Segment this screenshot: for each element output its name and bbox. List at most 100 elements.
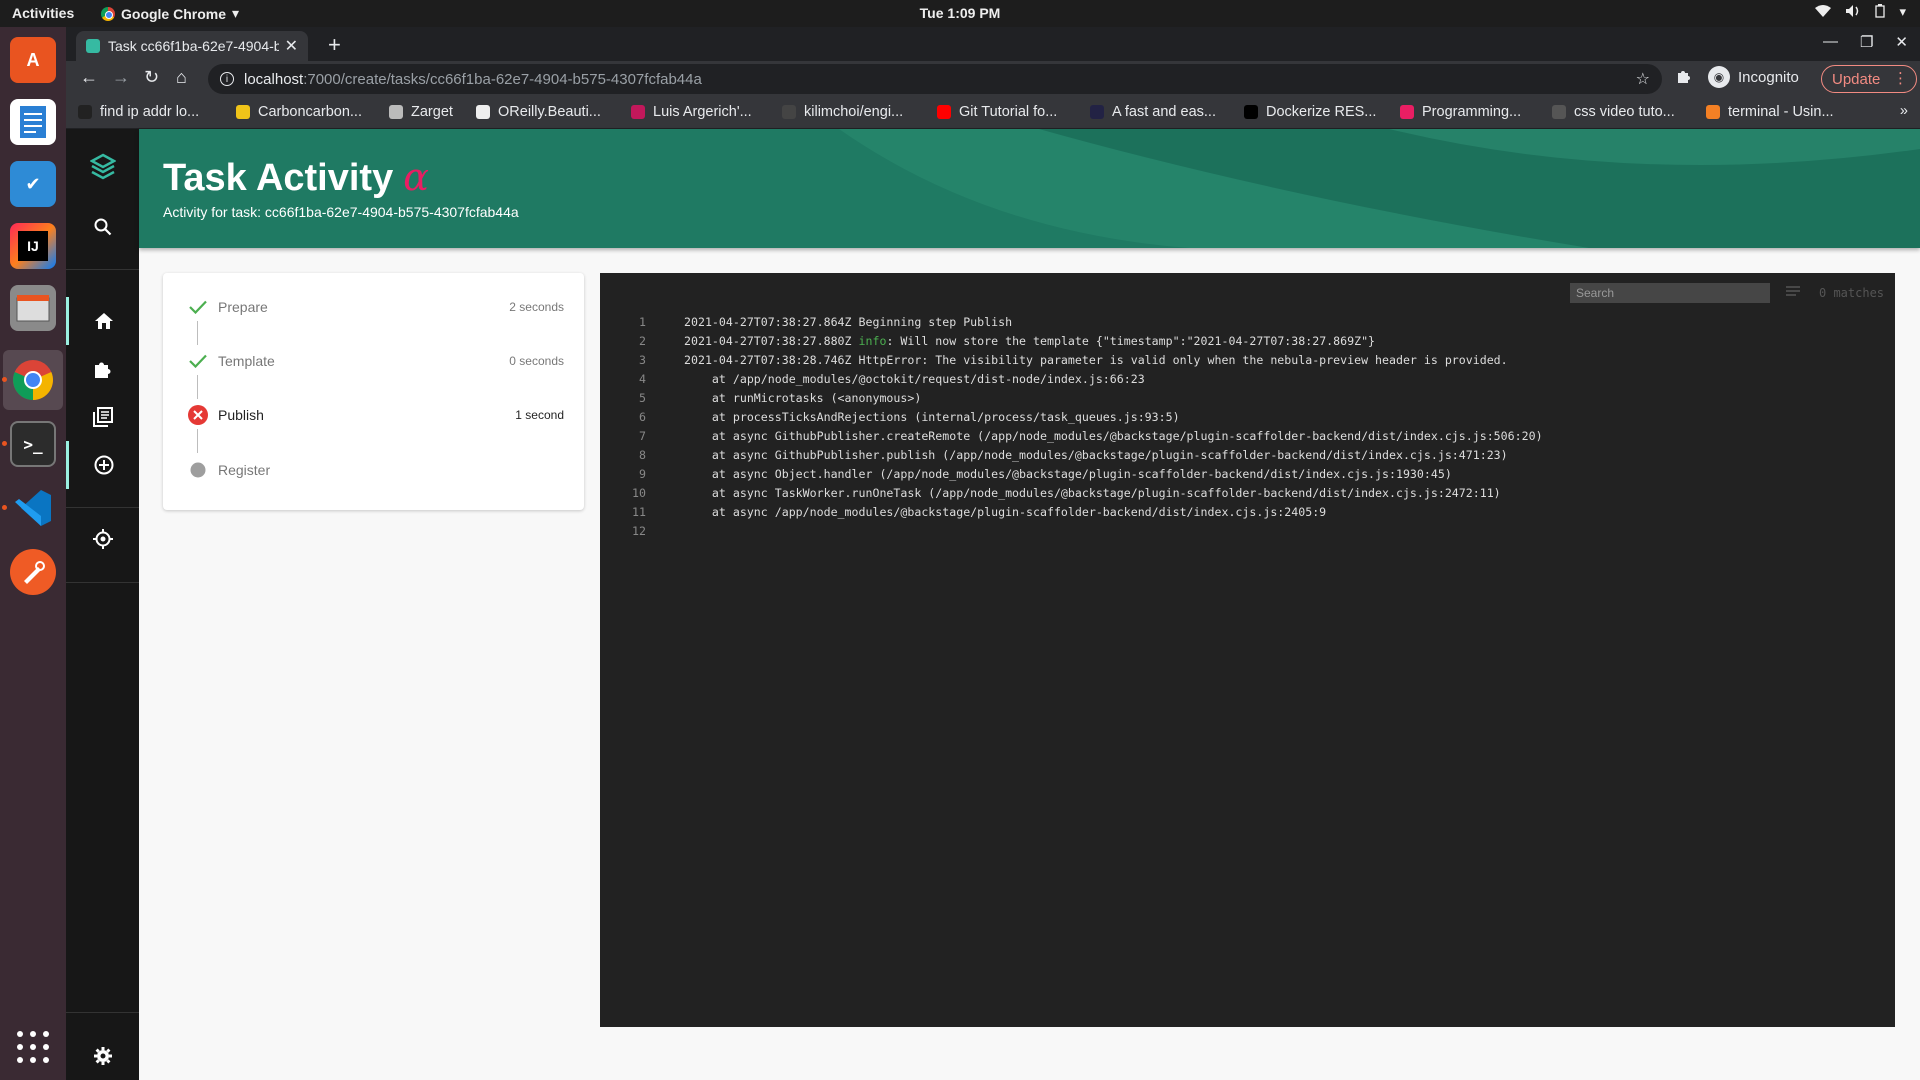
forward-arrow-icon[interactable]: → xyxy=(112,67,130,88)
log-search-input[interactable] xyxy=(1570,283,1770,303)
step-connector xyxy=(197,321,198,345)
line-text: 2021-04-27T07:38:28.746Z HttpError: The … xyxy=(684,353,1508,367)
tasks-app-icon[interactable]: ✔ xyxy=(10,161,56,207)
url-host: localhost xyxy=(244,70,304,88)
bookmark-item[interactable]: css video tuto... xyxy=(1552,104,1675,120)
search-icon[interactable] xyxy=(66,203,139,251)
bookmark-item[interactable]: Programming... xyxy=(1400,104,1521,120)
medium-icon xyxy=(1244,105,1258,119)
bookmark-star-icon[interactable]: ☆ xyxy=(1636,69,1650,89)
tab-title: Task cc66f1ba-62e7-4904-b xyxy=(108,38,279,54)
running-indicator xyxy=(2,505,7,510)
log-viewer: 0 matches 1 2021-04-27T07:38:27.864Z Begi… xyxy=(600,273,1895,1027)
browser-tab-strip: Task cc66f1ba-62e7-4904-b ✕ + — ❐ ✕ xyxy=(66,27,1920,61)
incognito-label: Incognito xyxy=(1738,68,1799,86)
bookmark-item[interactable]: find ip addr lo... xyxy=(78,104,199,120)
back-arrow-icon[interactable]: ← xyxy=(80,67,98,88)
bookmark-favicon-icon xyxy=(631,105,645,119)
home-icon[interactable]: ⌂ xyxy=(176,67,187,88)
close-window-icon[interactable]: ✕ xyxy=(1895,33,1908,51)
bookmark-favicon-icon xyxy=(236,105,250,119)
line-number: 7 xyxy=(639,429,646,443)
site-info-icon[interactable]: i xyxy=(220,72,234,86)
close-tab-icon[interactable]: ✕ xyxy=(285,36,298,56)
maximize-icon[interactable]: ❐ xyxy=(1860,33,1873,51)
log-line: 7 at async GithubPublisher.createRemote … xyxy=(600,427,1895,446)
pending-dot-icon xyxy=(188,460,208,480)
filter-lines-icon[interactable] xyxy=(1785,285,1801,299)
battery-icon xyxy=(1875,4,1886,21)
bookmark-item[interactable]: kilimchoi/engi... xyxy=(782,104,903,120)
system-tray[interactable]: ▾ xyxy=(1815,4,1906,21)
terminal-icon[interactable]: >_ xyxy=(10,421,56,467)
line-text: at async GithubPublisher.createRemote (/… xyxy=(684,429,1543,443)
nav-divider xyxy=(66,269,139,270)
line-number: 3 xyxy=(639,353,646,367)
bookmark-favicon-icon xyxy=(1090,105,1104,119)
create-plus-icon[interactable] xyxy=(66,441,139,489)
line-text: at async GithubPublisher.publish (/app/n… xyxy=(684,448,1508,462)
task-steps-card: Prepare 2 seconds Template 0 seconds Pub… xyxy=(163,273,584,510)
line-text: at runMicrotasks (<anonymous>) xyxy=(684,391,922,405)
incognito-profile[interactable]: ◉ Incognito xyxy=(1708,66,1799,88)
backstage-sidebar xyxy=(66,129,139,1080)
bookmark-item[interactable]: Luis Argerich'... xyxy=(631,104,752,120)
search-match-count: 0 matches xyxy=(1819,286,1885,300)
bookmark-item[interactable]: Dockerize RES... xyxy=(1244,104,1376,120)
text-editor-icon[interactable] xyxy=(10,99,56,145)
clock[interactable]: Tue 1:09 PM xyxy=(0,5,1920,21)
address-bar[interactable]: i localhost:7000/create/tasks/cc66f1ba-6… xyxy=(208,64,1662,94)
bookmark-item[interactable]: OReilly.Beauti... xyxy=(476,104,601,120)
step-prepare[interactable]: Prepare 2 seconds xyxy=(188,295,564,319)
backstage-logo-icon[interactable] xyxy=(66,143,139,191)
bookmark-item[interactable]: terminal - Usin... xyxy=(1706,104,1834,120)
bookmark-item[interactable]: Carboncarbon... xyxy=(236,104,362,120)
log-line: 8 at async GithubPublisher.publish (/app… xyxy=(600,446,1895,465)
plugins-puzzle-icon[interactable] xyxy=(66,345,139,393)
more-bookmarks-icon[interactable]: » xyxy=(1900,103,1908,119)
step-duration: 1 second xyxy=(515,408,564,422)
line-number: 11 xyxy=(632,505,646,519)
line-number: 8 xyxy=(639,448,646,462)
log-line: 10 at async TaskWorker.runOneTask (/app/… xyxy=(600,484,1895,503)
show-applications-icon[interactable] xyxy=(17,1031,49,1063)
tech-radar-icon[interactable] xyxy=(66,515,139,563)
new-tab-button[interactable]: + xyxy=(328,32,341,58)
line-text: at async /app/node_modules/@backstage/pl… xyxy=(684,505,1327,519)
files-icon[interactable] xyxy=(10,285,56,331)
docs-library-icon[interactable] xyxy=(66,393,139,441)
postman-icon[interactable] xyxy=(10,549,56,595)
bookmark-item[interactable]: Git Tutorial fo... xyxy=(937,104,1057,120)
line-number: 12 xyxy=(632,524,646,538)
step-duration: 0 seconds xyxy=(509,354,564,368)
bookmark-folder[interactable]: Zarget xyxy=(389,104,453,120)
github-icon xyxy=(782,105,796,119)
line-text: at async TaskWorker.runOneTask (/app/nod… xyxy=(684,486,1501,500)
intellij-icon[interactable]: IJ xyxy=(10,223,56,269)
line-number: 1 xyxy=(639,315,646,329)
software-center-icon[interactable]: A xyxy=(10,37,56,83)
step-publish[interactable]: Publish 1 second xyxy=(188,403,564,427)
step-register[interactable]: Register xyxy=(188,458,564,482)
browser-tab-active[interactable]: Task cc66f1ba-62e7-4904-b ✕ xyxy=(76,31,308,61)
step-connector xyxy=(197,375,198,399)
reload-icon[interactable]: ↻ xyxy=(144,67,159,88)
page-subtitle: Activity for task: cc66f1ba-62e7-4904-b5… xyxy=(163,204,519,220)
page-title: Task Activity α xyxy=(163,155,429,199)
running-indicator xyxy=(2,377,7,382)
update-button[interactable]: Update ⋮ xyxy=(1821,65,1917,93)
bookmark-item[interactable]: A fast and eas... xyxy=(1090,104,1216,120)
step-template[interactable]: Template 0 seconds xyxy=(188,349,564,373)
app-dock: A ✔ IJ >_ xyxy=(0,27,66,1080)
log-line: 9 at async Object.handler (/app/node_mod… xyxy=(600,465,1895,484)
vscode-icon[interactable] xyxy=(10,485,56,531)
settings-gear-icon[interactable] xyxy=(66,1032,139,1080)
line-number: 10 xyxy=(632,486,646,500)
minimize-icon[interactable]: — xyxy=(1823,33,1838,51)
line-text: at processTicksAndRejections (internal/p… xyxy=(684,410,1180,424)
home-nav-icon[interactable] xyxy=(66,297,139,345)
page-header: Task Activity α Activity for task: cc66f1… xyxy=(139,129,1920,248)
chrome-dock-icon[interactable] xyxy=(10,357,56,403)
extensions-puzzle-icon[interactable] xyxy=(1676,68,1692,89)
update-label: Update xyxy=(1832,70,1881,88)
